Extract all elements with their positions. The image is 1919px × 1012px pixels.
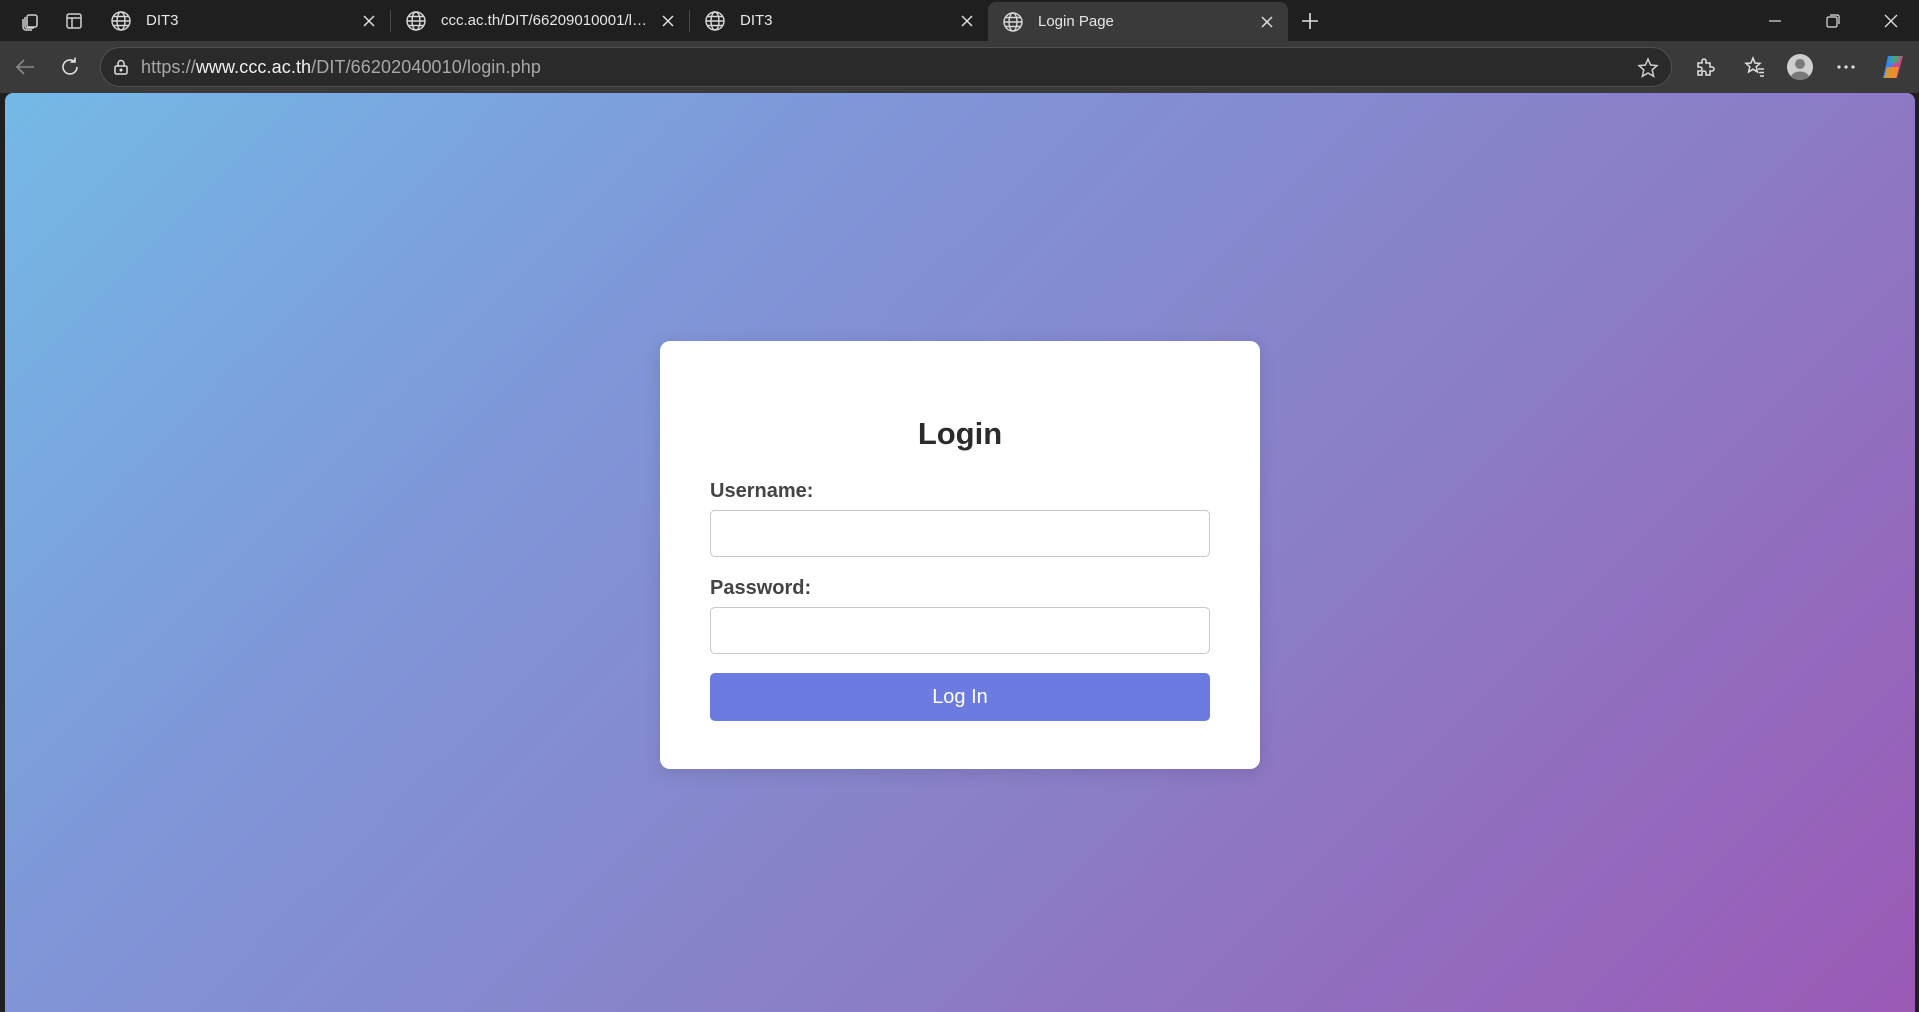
globe-icon <box>704 10 726 32</box>
url-scheme: https:// <box>141 56 196 77</box>
tab-title: DIT3 <box>740 12 773 29</box>
settings-menu-button[interactable] <box>1826 47 1866 87</box>
url-path: /DIT/66202040010/login.php <box>311 56 541 77</box>
workspaces-button[interactable] <box>8 0 52 41</box>
favorites-button[interactable] <box>1735 47 1775 87</box>
browser-title-bar: DIT3 ccc.ac.th/DIT/66209010001/login.php… <box>0 0 1919 41</box>
tab-2[interactable]: ccc.ac.th/DIT/66209010001/login.php <box>391 0 689 41</box>
close-icon <box>961 14 973 27</box>
username-label: Username: <box>710 480 814 502</box>
refresh-icon <box>62 57 78 75</box>
tab-close-button[interactable] <box>354 6 384 36</box>
more-icon <box>1837 65 1855 69</box>
tab-title: ccc.ac.th/DIT/66209010001/login.php <box>441 12 653 29</box>
favorite-button[interactable] <box>1633 53 1663 83</box>
star-icon <box>1637 57 1659 78</box>
profile-icon <box>1787 54 1813 81</box>
restore-button[interactable] <box>1804 0 1862 41</box>
globe-icon <box>1002 11 1024 33</box>
close-icon <box>363 14 375 27</box>
extensions-button[interactable] <box>1685 47 1725 87</box>
profile-button[interactable] <box>1780 47 1820 87</box>
globe-icon <box>110 10 132 32</box>
tab-close-button[interactable] <box>1252 7 1282 37</box>
tab-4-active[interactable]: Login Page <box>988 2 1288 41</box>
login-card: Login Username: Password: Log In <box>660 341 1260 769</box>
restore-icon <box>1826 13 1840 28</box>
close-icon <box>662 14 674 27</box>
back-arrow-icon <box>15 59 34 75</box>
copilot-button[interactable] <box>1873 47 1913 87</box>
minimize-button[interactable] <box>1746 0 1804 41</box>
url-host: www.ccc.ac.th <box>195 56 312 77</box>
tab-title: DIT3 <box>146 12 179 29</box>
login-title: Login <box>917 416 1003 451</box>
page-viewport: Login Username: Password: Log In <box>5 93 1915 1012</box>
tab-actions-icon <box>66 12 82 29</box>
close-icon <box>1884 14 1898 27</box>
address-bar[interactable]: https://www.ccc.ac.th/DIT/66202040010/lo… <box>100 47 1672 87</box>
minimize-icon <box>1769 19 1781 22</box>
puzzle-icon <box>1697 58 1715 76</box>
close-icon <box>1261 15 1273 28</box>
globe-icon <box>405 10 427 32</box>
back-button[interactable] <box>5 47 45 87</box>
tab-close-button[interactable] <box>653 6 683 36</box>
new-tab-button[interactable] <box>1288 0 1332 41</box>
window-close-button[interactable] <box>1862 0 1919 41</box>
tab-actions-button[interactable] <box>52 0 96 41</box>
lock-icon[interactable] <box>101 58 141 76</box>
refresh-button[interactable] <box>50 47 90 87</box>
url-text: https://www.ccc.ac.th/DIT/66202040010/lo… <box>141 57 541 78</box>
password-label: Password: <box>710 577 812 599</box>
favorites-icon <box>1744 56 1764 77</box>
login-button[interactable]: Log In <box>710 673 1210 721</box>
copilot-icon <box>1883 56 1903 78</box>
tab-title: Login Page <box>1038 13 1114 30</box>
plus-icon <box>1302 12 1318 29</box>
tab-3[interactable]: DIT3 <box>690 0 988 41</box>
tab-close-button[interactable] <box>952 6 982 36</box>
tab-1[interactable]: DIT3 <box>96 0 390 41</box>
browser-toolbar: https://www.ccc.ac.th/DIT/66202040010/lo… <box>0 41 1919 93</box>
workspaces-icon <box>22 13 38 31</box>
password-input[interactable] <box>710 607 1210 654</box>
username-input[interactable] <box>710 510 1210 557</box>
